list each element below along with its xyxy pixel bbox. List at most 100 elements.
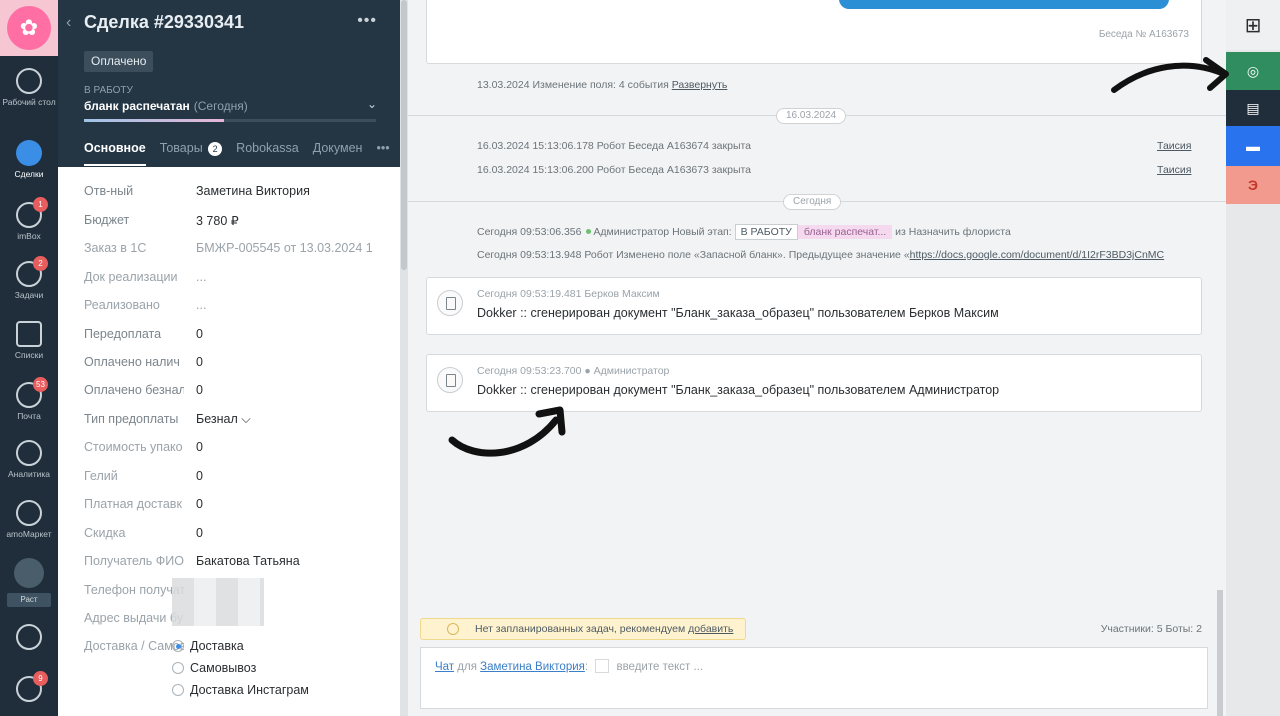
chat-recipient-link[interactable]: Заметина Виктория <box>480 661 585 673</box>
field-row[interactable]: Передоплата 0 <box>84 327 384 347</box>
nav-tasks[interactable]: 2 Задачи <box>0 256 58 300</box>
date-separator: Сегодня <box>783 194 842 210</box>
radio-dot <box>172 640 184 652</box>
nav-imbox[interactable]: 1 imBox <box>0 197 58 241</box>
company-logo[interactable]: ✿ <box>0 0 58 56</box>
red-widget-icon[interactable]: Э <box>1226 166 1280 204</box>
field-value: 0 <box>196 469 203 483</box>
tabs-more-icon[interactable]: ••• <box>376 141 389 166</box>
radio-dot <box>172 662 184 674</box>
nav-analytics[interactable]: Аналитика <box>0 440 58 479</box>
count-badge: 1 <box>33 197 48 212</box>
nav-label: Рабочий стол <box>2 97 56 107</box>
event-row: 16.03.2024 15:13:06.178 Робот Беседа А16… <box>477 140 751 152</box>
market-icon <box>16 500 42 526</box>
count-badge: 2 <box>33 256 48 271</box>
event-row: 16.03.2024 15:13:06.200 Робот Беседа А16… <box>477 164 751 176</box>
chevron-left-icon[interactable]: ‹ <box>66 14 71 32</box>
field-row[interactable]: Заказ в 1С БМЖР-005545 от 13.03.2024 1 <box>84 241 384 261</box>
deal-scrollbar[interactable] <box>400 0 408 716</box>
chat-placeholder[interactable]: введите текст ... <box>616 661 703 673</box>
field-value: 3 780 ₽ <box>196 214 239 228</box>
tab-products[interactable]: Товары 2 <box>159 141 223 166</box>
more-icon[interactable]: ••• <box>357 12 377 30</box>
doc-event-card: Сегодня 09:53:19.481 Берков Максим Dokke… <box>426 277 1202 335</box>
expand-link[interactable]: Развернуть <box>672 79 728 91</box>
field-row[interactable]: Реализовано... <box>84 298 384 318</box>
check-icon: 2 <box>16 256 48 287</box>
radio-label: Доставка Инстаграм <box>190 683 309 697</box>
chat-type-link[interactable]: Чат <box>435 661 454 673</box>
nav-mail[interactable]: 53 Почта <box>0 377 58 421</box>
event-actor: Администратор Новый этап: <box>593 226 732 238</box>
feed: Беседа № А163673 13.03.2024 Изменение по… <box>408 0 1226 716</box>
field-row[interactable]: Док реализации... <box>84 270 384 290</box>
field-label: Получатель ФИО <box>84 554 184 568</box>
annotation-arrow <box>448 406 566 457</box>
field-row[interactable]: Платная доставк 0 <box>84 497 384 517</box>
user-link[interactable]: Таисия <box>1157 140 1191 152</box>
radio-delivery[interactable]: Доставка <box>172 639 244 653</box>
field-row[interactable]: Тип предоплаты Безнал ⌵ <box>84 412 384 432</box>
nav-label: amoМаркет <box>6 529 52 539</box>
nav-lists[interactable]: Списки <box>0 321 58 360</box>
stage-selector[interactable]: бланк распечатан (Сегодня) <box>84 99 248 113</box>
nav-label: Списки <box>14 350 44 360</box>
field-row[interactable]: Гелий 0 <box>84 469 384 489</box>
blue-widget-icon[interactable]: ▬ <box>1226 126 1280 166</box>
chat-icon: 1 <box>16 197 48 228</box>
rast-chip[interactable]: Раст <box>7 593 51 607</box>
field-label: Бюджет <box>84 213 130 227</box>
message-bubble <box>839 0 1169 9</box>
field-value: 0 <box>196 355 203 369</box>
status-badge[interactable]: Оплачено <box>84 51 154 72</box>
deal-tabs: Основное Товары 2 Robokassa Докумен ••• <box>84 141 390 166</box>
nav-notifications[interactable]: 9 <box>0 671 58 705</box>
radio-pickup[interactable]: Самовывоз <box>172 661 256 675</box>
field-row[interactable]: Оплачено безнал 0 <box>84 383 384 403</box>
redacted-phone-address <box>172 578 264 626</box>
field-label: Отв-ный <box>84 184 134 198</box>
nav-deals[interactable]: Сделки <box>0 140 58 179</box>
doc-link[interactable]: https://docs.google.com/document/d/1I2rF… <box>910 249 1164 261</box>
stage-tag: бланк распечат... <box>797 225 893 239</box>
tab-label: Товары <box>159 141 203 155</box>
field-label: Передоплата <box>84 327 162 341</box>
user-link[interactable]: Таисия <box>1157 164 1191 176</box>
event-text: 13.03.2024 Изменение поля: 4 события <box>477 79 669 91</box>
add-task-link[interactable]: добавить <box>688 623 733 635</box>
event-text: 16.03.2024 15:13:06.200 Робот Беседа А16… <box>477 164 752 176</box>
stage-change-event: Сегодня 09:53:06.356 Администратор Новый… <box>477 224 1011 240</box>
field-row[interactable]: Получатель ФИО Бакатова Татьяна <box>84 554 384 574</box>
event-text: Dokker :: сгенерирован документ "Бланк_з… <box>477 383 1000 397</box>
field-row[interactable]: Скидка 0 <box>84 526 384 546</box>
nav-desktop[interactable]: Рабочий стол <box>0 68 58 107</box>
nav-settings[interactable] <box>0 624 58 653</box>
count-badge: 53 <box>33 377 48 392</box>
tab-main[interactable]: Основное <box>84 141 146 166</box>
stage-box: В РАБОТУ <box>734 224 798 240</box>
field-row[interactable]: Отв-ный Заметина Виктория <box>84 184 384 204</box>
change-event: 13.03.2024 Изменение поля: 4 события Раз… <box>477 79 727 91</box>
chat-card: Беседа № А163673 <box>426 0 1202 64</box>
chevron-down-icon[interactable] <box>595 659 610 673</box>
field-row[interactable]: Оплачено налич 0 <box>84 355 384 375</box>
deal-panel: ‹ Сделка #29330341 ••• Оплачено В РАБОТУ… <box>58 0 403 716</box>
event-text: Dokker :: сгенерирован документ "Бланк_з… <box>477 306 999 320</box>
chat-input-box[interactable]: Чат для Заметина Виктория: введите текст… <box>420 647 1208 709</box>
stage-date: (Сегодня) <box>193 99 248 113</box>
chevron-down-icon[interactable]: ⌄ <box>367 97 377 111</box>
feed-scrollbar[interactable] <box>1217 590 1223 716</box>
widget-icon[interactable] <box>14 558 44 588</box>
nav-market[interactable]: amoМаркет <box>0 500 58 539</box>
radio-instagram[interactable]: Доставка Инстаграм <box>172 683 309 697</box>
add-widget-icon[interactable]: ⊞ <box>1226 0 1280 50</box>
tab-documents[interactable]: Докумен <box>313 141 363 166</box>
field-row[interactable]: Бюджет 3 780 ₽ <box>84 213 384 233</box>
field-row[interactable]: Стоимость упако 0 <box>84 440 384 460</box>
chat-line: Чат для Заметина Виктория: введите текст… <box>435 659 704 673</box>
nav-label: imBox <box>17 231 41 241</box>
nav-label: Аналитика <box>7 469 51 479</box>
tab-robokassa[interactable]: Robokassa <box>236 141 299 166</box>
notice-text: Нет запланированных задач, рекомендуем <box>475 623 686 635</box>
